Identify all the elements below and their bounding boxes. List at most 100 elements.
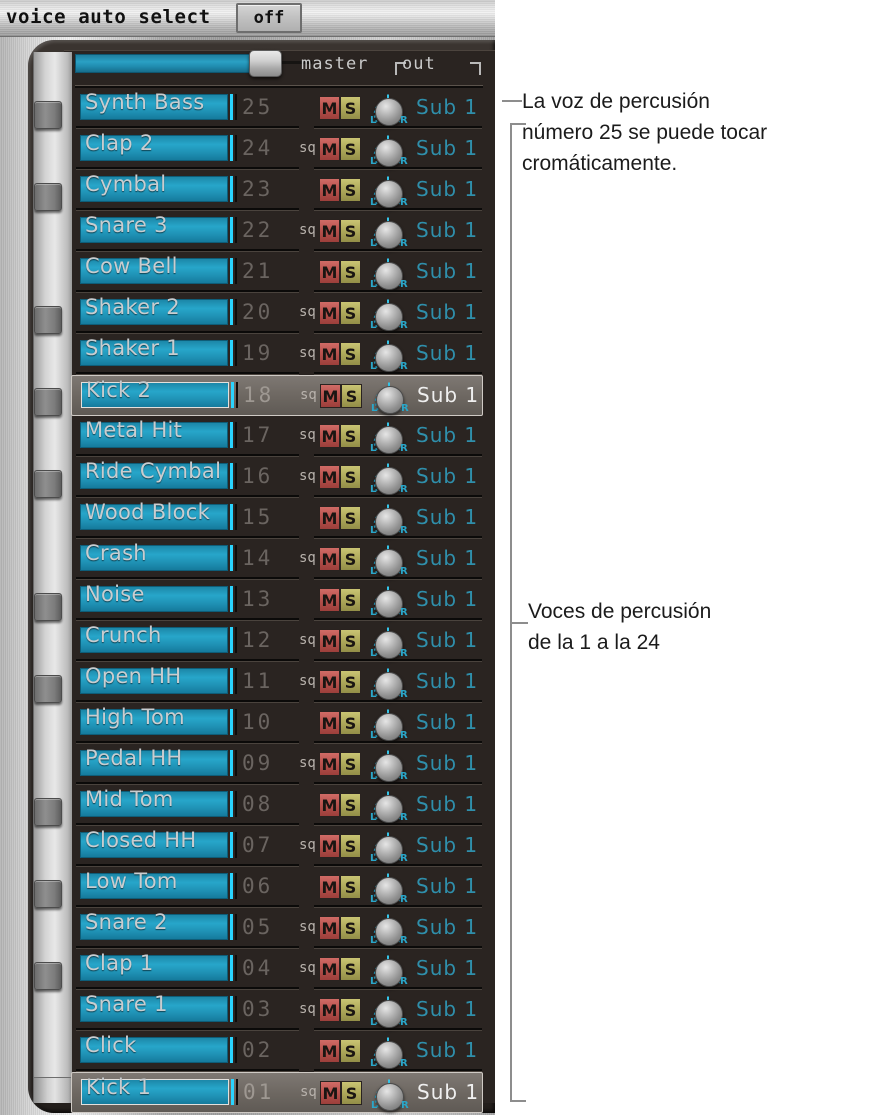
solo-button[interactable]: S xyxy=(340,875,361,899)
piano-black-key[interactable] xyxy=(34,101,62,129)
output-selector[interactable]: Sub 1 xyxy=(416,463,482,489)
sequencer-indicator[interactable]: sq xyxy=(299,550,316,566)
sequencer-indicator[interactable]: sq xyxy=(299,960,316,976)
mute-button[interactable]: M xyxy=(319,834,340,858)
sequencer-indicator[interactable]: sq xyxy=(299,140,316,156)
sequencer-indicator[interactable]: sq xyxy=(299,427,316,443)
mute-button[interactable]: M xyxy=(319,178,340,202)
output-selector[interactable]: Sub 1 xyxy=(416,545,482,571)
voice-row[interactable]: Crash 14 sq M S L R Sub 1 xyxy=(71,539,483,580)
solo-button[interactable]: S xyxy=(340,260,361,284)
mute-button[interactable]: M xyxy=(319,301,340,325)
output-selector[interactable]: Sub 1 xyxy=(416,422,482,448)
pan-knob[interactable] xyxy=(375,1041,403,1069)
mute-button[interactable]: M xyxy=(319,424,340,448)
mute-button[interactable]: M xyxy=(319,1039,340,1063)
solo-button[interactable]: S xyxy=(340,998,361,1022)
sequencer-indicator[interactable]: sq xyxy=(299,222,316,238)
voice-row[interactable]: Cymbal 23 M S L R Sub 1 xyxy=(71,170,483,211)
voice-row[interactable]: Shaker 1 19 sq M S L R Sub 1 xyxy=(71,334,483,375)
voice-row[interactable]: Mid Tom 08 M S L R Sub 1 xyxy=(71,785,483,826)
mute-button[interactable]: M xyxy=(319,465,340,489)
solo-button[interactable]: S xyxy=(340,629,361,653)
output-selector[interactable]: Sub 1 xyxy=(416,627,482,653)
piano-white-key[interactable] xyxy=(34,339,72,381)
solo-button[interactable]: S xyxy=(340,96,361,120)
mute-button[interactable]: M xyxy=(319,137,340,161)
piano-white-key[interactable] xyxy=(34,503,72,545)
piano-black-key[interactable] xyxy=(34,470,62,498)
piano-white-key[interactable] xyxy=(34,913,72,955)
voice-row[interactable]: Clap 1 04 sq M S L R Sub 1 xyxy=(71,949,483,990)
piano-white-key[interactable] xyxy=(34,544,72,586)
piano-black-key[interactable] xyxy=(34,183,62,211)
solo-button[interactable]: S xyxy=(340,752,361,776)
pan-knob-group[interactable]: LR xyxy=(370,1077,409,1111)
pan-knob[interactable] xyxy=(375,221,403,249)
voice-row[interactable]: Snare 2 05 sq M S L R Sub 1 xyxy=(71,908,483,949)
piano-black-key[interactable] xyxy=(34,593,62,621)
pan-knob[interactable] xyxy=(375,262,403,290)
pan-knob-group[interactable]: LR xyxy=(369,461,408,495)
mute-button[interactable]: M xyxy=(319,793,340,817)
pan-knob[interactable] xyxy=(376,1083,404,1111)
solo-button[interactable]: S xyxy=(340,301,361,325)
pan-knob-group[interactable]: LR xyxy=(370,380,409,414)
pan-knob[interactable] xyxy=(375,918,403,946)
piano-white-key[interactable] xyxy=(34,421,72,463)
mute-button[interactable]: M xyxy=(319,629,340,653)
mute-button[interactable]: M xyxy=(319,96,340,120)
pan-knob-group[interactable]: LR xyxy=(369,748,408,782)
voice-row[interactable]: High Tom 10 M S L R Sub 1 xyxy=(71,703,483,744)
pan-knob[interactable] xyxy=(375,508,403,536)
output-selector[interactable]: Sub 1 xyxy=(416,135,482,161)
pan-knob[interactable] xyxy=(375,795,403,823)
output-selector[interactable]: Sub 1 xyxy=(416,914,482,940)
piano-white-key[interactable] xyxy=(34,257,72,299)
output-selector[interactable]: Sub 1 xyxy=(416,668,482,694)
pan-knob-group[interactable]: LR xyxy=(369,1035,408,1069)
sequencer-indicator[interactable]: sq xyxy=(299,304,316,320)
pan-knob[interactable] xyxy=(375,180,403,208)
solo-button[interactable]: S xyxy=(340,465,361,489)
pan-knob-group[interactable]: LR xyxy=(369,297,408,331)
voice-row[interactable]: Cow Bell 21 M S L R Sub 1 xyxy=(71,252,483,293)
sequencer-indicator[interactable]: sq xyxy=(299,919,316,935)
piano-white-key[interactable] xyxy=(34,1036,72,1078)
piano-black-key[interactable] xyxy=(34,880,62,908)
piano-black-key[interactable] xyxy=(34,675,62,703)
pan-knob[interactable] xyxy=(375,672,403,700)
voice-row[interactable]: Low Tom 06 M S L R Sub 1 xyxy=(71,867,483,908)
pan-knob-group[interactable]: LR xyxy=(369,420,408,454)
voice-row[interactable]: Metal Hit 17 sq M S L R Sub 1 xyxy=(71,416,483,457)
sequencer-indicator[interactable]: sq xyxy=(299,673,316,689)
output-selector[interactable]: Sub 1 xyxy=(416,709,482,735)
pan-knob[interactable] xyxy=(375,467,403,495)
output-selector[interactable]: Sub 1 xyxy=(417,382,483,408)
solo-button[interactable]: S xyxy=(340,711,361,735)
pan-knob[interactable] xyxy=(375,959,403,987)
pan-knob[interactable] xyxy=(375,549,403,577)
piano-black-key[interactable] xyxy=(34,306,62,334)
pan-knob-group[interactable]: LR xyxy=(369,133,408,167)
output-selector[interactable]: Sub 1 xyxy=(416,750,482,776)
pan-knob-group[interactable]: LR xyxy=(369,871,408,905)
pan-knob-group[interactable]: LR xyxy=(369,215,408,249)
pan-knob-group[interactable]: LR xyxy=(369,912,408,946)
mute-button[interactable]: M xyxy=(319,957,340,981)
output-selector[interactable]: Sub 1 xyxy=(416,955,482,981)
mute-button[interactable]: M xyxy=(319,752,340,776)
pan-knob-group[interactable]: LR xyxy=(369,256,408,290)
sequencer-indicator[interactable]: sq xyxy=(299,837,316,853)
voice-row[interactable]: Ride Cymbal 16 sq M S L R Sub 1 xyxy=(71,457,483,498)
mute-button[interactable]: M xyxy=(319,875,340,899)
sequencer-indicator[interactable]: sq xyxy=(299,632,316,648)
sequencer-indicator[interactable]: sq xyxy=(300,1084,317,1100)
pan-knob[interactable] xyxy=(375,303,403,331)
output-selector[interactable]: Sub 1 xyxy=(416,1037,482,1063)
pan-knob-group[interactable]: LR xyxy=(369,625,408,659)
pan-knob-group[interactable]: LR xyxy=(369,666,408,700)
mute-button[interactable]: M xyxy=(319,219,340,243)
mute-button[interactable]: M xyxy=(319,342,340,366)
voice-auto-select-toggle[interactable]: off xyxy=(236,3,302,33)
